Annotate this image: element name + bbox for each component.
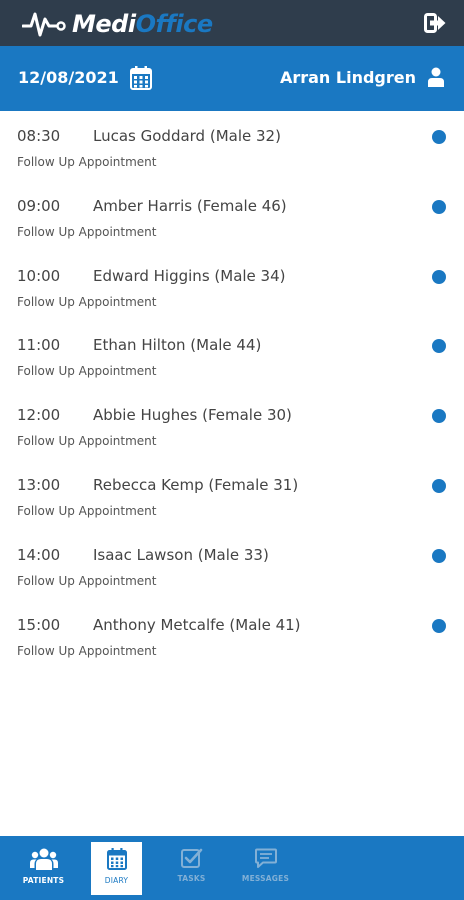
calendar-icon[interactable] [130,66,152,90]
patient-name: Anthony Metcalfe (Male 41) [93,615,301,634]
appointment-time: 11:00 [17,336,61,355]
appointment-type: Follow Up Appointment [17,434,157,449]
appointment-row[interactable]: 14:00 Isaac Lawson (Male 33) Follow Up App… [0,530,464,600]
tab-messages[interactable]: MESSAGES [240,842,291,895]
appointment-row[interactable]: 15:00 Anthony Metcalfe (Male 41) Follow Up… [0,600,464,670]
appointment-time: 09:00 [17,196,61,215]
appointment-type: Follow Up Appointment [17,294,157,309]
date-bar: 12/08/2021 Arran Lindgren [0,46,464,111]
appointment-row[interactable]: 13:00 Rebecca Kemp (Female 31) Follow Up A… [0,460,464,530]
tab-patients[interactable]: PATIENTS [18,842,69,895]
appointment-type: Follow Up Appointment [17,573,157,588]
appointment-row[interactable]: 12:00 Abbie Hughes (Female 30) Follow Up A… [0,390,464,460]
status-dot [432,478,446,493]
tab-messages-label: MESSAGES [241,874,290,883]
patient-name: Ethan Hilton (Male 44) [93,336,262,355]
heartbeat-icon [22,12,66,37]
app-title: MediOffice [72,8,213,40]
appointment-row[interactable]: 10:00 Edward Higgins (Male 34) Follow Up A… [0,251,464,321]
appointment-type: Follow Up Appointment [17,224,157,239]
appointment-type: Follow Up Appointment [17,503,157,518]
status-dot [432,618,446,633]
logo-text-office: Office [135,10,214,38]
app-header: MediOffice [0,0,464,46]
status-dot [432,130,446,144]
patients-icon [29,848,58,870]
patient-name: Rebecca Kemp (Female 31) [93,475,299,494]
appointment-time: 08:30 [17,127,61,145]
status-dot [432,269,446,284]
appointment-row[interactable]: 09:00 Amber Harris (Female 46) Follow Up A… [0,181,464,251]
tasks-icon [180,848,202,868]
app-logo: MediOffice [22,8,213,40]
patient-name: Abbie Hughes (Female 30) [93,406,292,425]
messages-icon [254,848,277,868]
logout-icon[interactable] [424,13,446,33]
appointment-time: 12:00 [17,406,61,425]
current-date: 12/08/2021 [18,68,119,87]
status-dot [432,339,446,354]
appointment-type: Follow Up Appointment [17,364,157,379]
bottom-tab-bar: PATIENTS DIARY TASKS MESSAGES [0,836,464,900]
appointment-time: 13:00 [17,475,61,494]
tab-diary[interactable]: DIARY [91,842,142,895]
appointment-type: Follow Up Appointment [17,155,157,169]
status-dot [432,409,446,424]
tab-tasks[interactable]: TASKS [166,842,217,895]
calendar-icon [106,848,127,870]
status-dot [432,548,446,563]
tab-diary-label: DIARY [104,876,129,885]
patient-name: Isaac Lawson (Male 33) [93,545,269,564]
user-name[interactable]: Arran Lindgren [280,68,416,88]
appointment-list: 08:30 Lucas Goddard (Male 32) Follow Up Ap… [0,111,464,669]
appointment-row[interactable]: 11:00 Ethan Hilton (Male 44) Follow Up App… [0,320,464,390]
tab-patients-label: PATIENTS [22,876,65,885]
appointment-time: 10:00 [17,266,61,285]
appointment-time: 15:00 [17,615,61,634]
appointment-row[interactable]: 08:30 Lucas Goddard (Male 32) Follow Up Ap… [0,111,464,181]
patient-name: Lucas Goddard (Male 32) [93,127,281,145]
appointment-time: 14:00 [17,545,61,564]
patient-name: Edward Higgins (Male 34) [93,266,286,285]
patient-name: Amber Harris (Female 46) [93,196,287,215]
user-icon[interactable] [428,67,444,87]
status-dot [432,199,446,214]
tab-tasks-label: TASKS [177,874,206,883]
logo-text-medi: Medi [72,10,136,38]
appointment-type: Follow Up Appointment [17,643,157,658]
